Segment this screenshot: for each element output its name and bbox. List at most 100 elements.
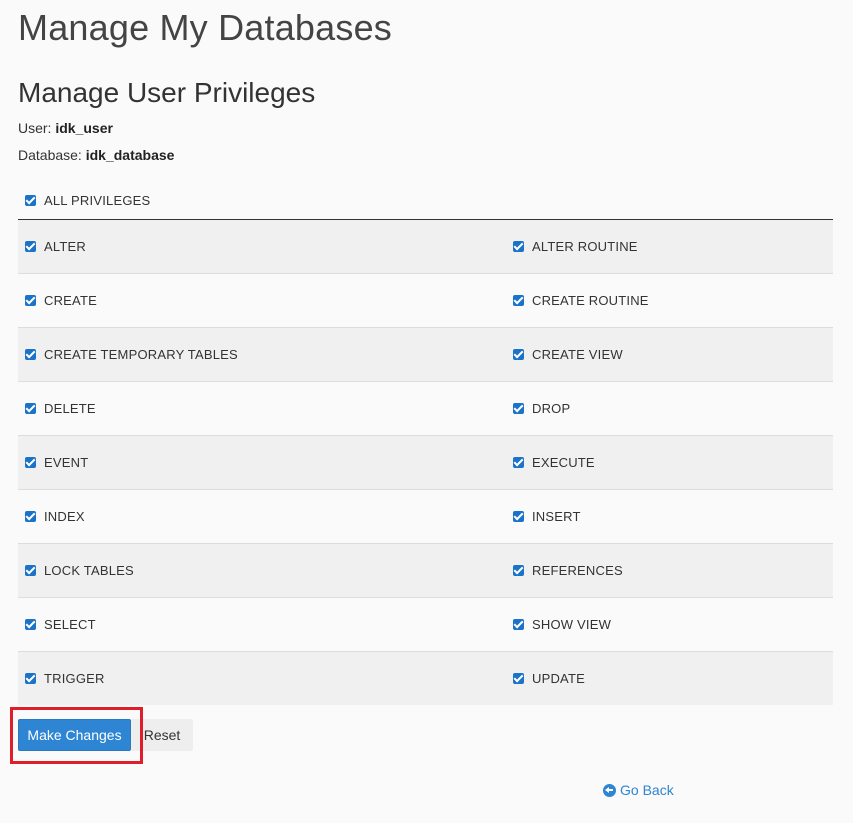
privilege-cell: INSERT [506,489,833,544]
privilege-row: SELECT SHOW VIEW [18,597,833,652]
privilege-option: SHOW VIEW [513,617,833,632]
privilege-row: INDEX INSERT [18,489,833,544]
form-actions: Make Changes Reset [18,719,193,751]
privileges-table: ALTER ALTER ROUTINE CREATE CREATE ROUTINE CR… [18,220,833,705]
privilege-label: EVENT [44,455,89,470]
privilege-cell: DELETE [18,381,506,436]
privilege-checkbox[interactable] [513,511,524,522]
privilege-row: DELETE DROP [18,381,833,436]
privilege-cell: CREATE VIEW [506,327,833,382]
privilege-label: CREATE ROUTINE [532,293,649,308]
privilege-option: INDEX [25,509,506,524]
privilege-option: CREATE ROUTINE [513,293,833,308]
privilege-option: INSERT [513,509,833,524]
privilege-checkbox[interactable] [513,619,524,630]
reset-button[interactable]: Reset [131,719,193,751]
privilege-option: ALTER ROUTINE [513,239,833,254]
privilege-label: REFERENCES [532,563,623,578]
privilege-checkbox[interactable] [25,403,36,414]
privilege-option: ALTER [25,239,506,254]
privilege-cell: LOCK TABLES [18,543,506,598]
privilege-option: UPDATE [513,671,833,686]
all-privileges-label: ALL PRIVILEGES [44,192,151,208]
privilege-cell: EXECUTE [506,435,833,490]
make-changes-button[interactable]: Make Changes [18,719,131,751]
privilege-checkbox[interactable] [25,619,36,630]
privilege-label: SELECT [44,617,96,632]
privilege-checkbox[interactable] [25,295,36,306]
privilege-checkbox[interactable] [25,457,36,468]
privilege-row: EVENT EXECUTE [18,435,833,490]
privilege-option: CREATE VIEW [513,347,833,362]
privilege-option: DELETE [25,401,506,416]
privilege-checkbox[interactable] [25,673,36,684]
privilege-cell: INDEX [18,489,506,544]
privilege-checkbox[interactable] [513,403,524,414]
privilege-cell: SHOW VIEW [506,597,833,652]
privilege-row: TRIGGER UPDATE [18,651,833,705]
page-content: Manage My Databases Manage User Privileg… [18,0,833,705]
user-value: idk_user [55,120,113,136]
privilege-label: UPDATE [532,671,585,686]
privilege-label: LOCK TABLES [44,563,134,578]
privilege-option: SELECT [25,617,506,632]
privilege-cell: TRIGGER [18,651,506,705]
privilege-row: CREATE TEMPORARY TABLES CREATE VIEW [18,327,833,382]
go-back-label: Go Back [620,782,674,798]
privilege-label: EXECUTE [532,455,595,470]
privilege-option: REFERENCES [513,563,833,578]
privilege-cell: DROP [506,381,833,436]
all-privileges-row: ALL PRIVILEGES [18,185,833,220]
privilege-label: CREATE VIEW [532,347,623,362]
privilege-checkbox[interactable] [25,511,36,522]
database-value: idk_database [85,147,175,163]
privilege-cell: EVENT [18,435,506,490]
privilege-option: TRIGGER [25,671,506,686]
database-info: Database: idk_database [18,146,833,164]
privilege-cell: UPDATE [506,651,833,705]
privilege-option: CREATE [25,293,506,308]
go-back-link[interactable]: Go Back [603,782,674,798]
privilege-option: EXECUTE [513,455,833,470]
privilege-row: CREATE CREATE ROUTINE [18,273,833,328]
privilege-option: LOCK TABLES [25,563,506,578]
privilege-label: CREATE TEMPORARY TABLES [44,347,238,362]
section-title: Manage User Privileges [18,77,316,108]
privilege-label: ALTER [44,239,86,254]
privilege-row: ALTER ALTER ROUTINE [18,220,833,274]
privilege-option: EVENT [25,455,506,470]
privilege-checkbox[interactable] [513,295,524,306]
privilege-cell: SELECT [18,597,506,652]
privilege-checkbox[interactable] [25,241,36,252]
privilege-checkbox[interactable] [513,673,524,684]
page-title: Manage My Databases [18,7,392,48]
privilege-row: LOCK TABLES REFERENCES [18,543,833,598]
privilege-cell: CREATE TEMPORARY TABLES [18,327,506,382]
user-label: User: [18,120,52,136]
privilege-checkbox[interactable] [513,457,524,468]
circle-arrow-left-icon [603,783,616,797]
privilege-label: CREATE [44,293,97,308]
privilege-checkbox[interactable] [513,565,524,576]
privilege-checkbox[interactable] [513,349,524,360]
database-label: Database: [18,147,82,163]
privilege-label: SHOW VIEW [532,617,612,632]
privilege-label: TRIGGER [44,671,105,686]
all-privileges-checkbox[interactable] [25,194,36,206]
user-info: User: idk_user [18,119,833,137]
privilege-cell: ALTER ROUTINE [506,220,833,274]
privilege-label: ALTER ROUTINE [532,239,638,254]
privilege-option: DROP [513,401,833,416]
privilege-cell: ALTER [18,220,506,274]
privilege-label: INSERT [532,509,581,524]
privilege-label: INDEX [44,509,85,524]
privilege-label: DROP [532,401,571,416]
privilege-option: CREATE TEMPORARY TABLES [25,347,506,362]
privilege-cell: REFERENCES [506,543,833,598]
privilege-cell: CREATE ROUTINE [506,273,833,328]
privilege-label: DELETE [44,401,96,416]
privilege-cell: CREATE [18,273,506,328]
privilege-checkbox[interactable] [25,565,36,576]
privilege-checkbox[interactable] [25,349,36,360]
privilege-checkbox[interactable] [513,241,524,252]
